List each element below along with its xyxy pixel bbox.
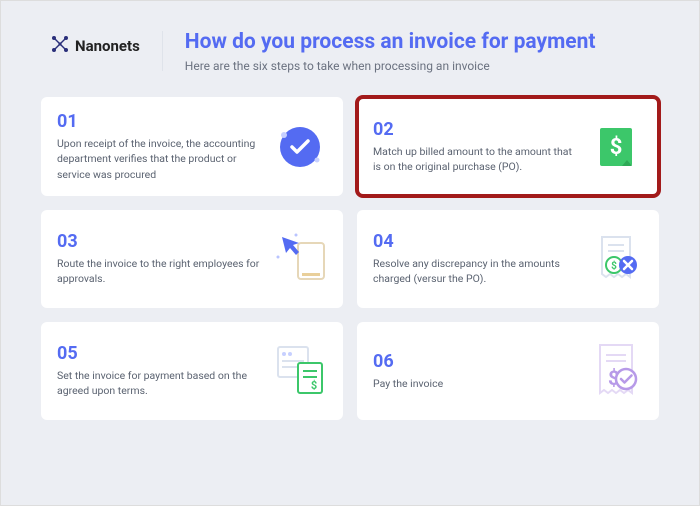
step-description: Match up billed amount to the amount tha… — [373, 144, 577, 174]
step-card-05: 05 Set the invoice for payment based on … — [41, 322, 343, 420]
step-text: 06 Pay the invoice — [373, 351, 577, 391]
receipt-paid-icon: $ — [589, 344, 643, 398]
header: Nanonets How do you process an invoice f… — [41, 29, 659, 73]
steps-grid: 01 Upon receipt of the invoice, the acco… — [41, 97, 659, 420]
page-subtitle: Here are the six steps to take when proc… — [185, 59, 659, 73]
step-description: Upon receipt of the invoice, the account… — [57, 136, 261, 182]
step-card-03: 03 Route the invoice to the right employ… — [41, 210, 343, 308]
step-description: Set the invoice for payment based on the… — [57, 368, 261, 398]
header-divider — [162, 31, 163, 71]
brand-name: Nanonets — [75, 37, 140, 55]
step-number: 03 — [57, 231, 261, 252]
receipt-error-icon: $ — [589, 232, 643, 286]
step-text: 04 Resolve any discrepancy in the amount… — [373, 231, 577, 286]
page-title: How do you process an invoice for paymen… — [185, 29, 659, 55]
step-card-02: 02 Match up billed amount to the amount … — [357, 97, 659, 196]
brand-logo-icon — [51, 35, 69, 57]
invoice-list-icon: $ — [273, 344, 327, 398]
step-text: 05 Set the invoice for payment based on … — [57, 343, 261, 398]
infographic-frame: Nanonets How do you process an invoice f… — [0, 0, 700, 506]
step-text: 01 Upon receipt of the invoice, the acco… — [57, 111, 261, 182]
step-card-01: 01 Upon receipt of the invoice, the acco… — [41, 97, 343, 196]
step-text: 03 Route the invoice to the right employ… — [57, 231, 261, 286]
title-block: How do you process an invoice for paymen… — [185, 29, 659, 73]
step-number: 01 — [57, 111, 261, 132]
svg-text:$: $ — [311, 379, 317, 392]
brand: Nanonets — [51, 29, 140, 57]
cursor-document-icon — [273, 232, 327, 286]
step-description: Route the invoice to the right employees… — [57, 256, 261, 286]
step-number: 02 — [373, 119, 577, 140]
step-number: 05 — [57, 343, 261, 364]
step-number: 04 — [373, 231, 577, 252]
step-description: Pay the invoice — [373, 376, 577, 391]
dollar-note-icon: $ — [589, 120, 643, 174]
step-text: 02 Match up billed amount to the amount … — [373, 119, 577, 174]
svg-text:$: $ — [610, 135, 623, 160]
step-card-06: 06 Pay the invoice $ — [357, 322, 659, 420]
step-card-04: 04 Resolve any discrepancy in the amount… — [357, 210, 659, 308]
step-description: Resolve any discrepancy in the amounts c… — [373, 256, 577, 286]
step-number: 06 — [373, 351, 577, 372]
svg-text:$: $ — [611, 259, 617, 272]
checkmark-badge-icon — [273, 120, 327, 174]
